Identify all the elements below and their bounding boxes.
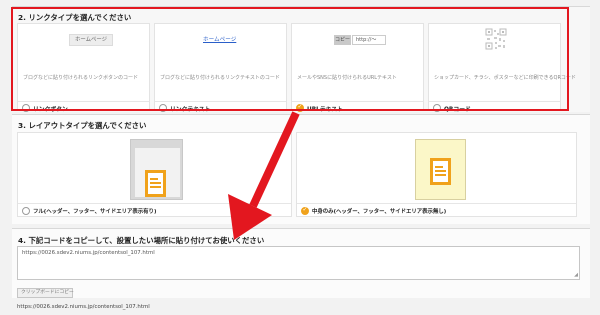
radio-label: URLテキスト bbox=[307, 107, 343, 113]
link-type-card-url[interactable]: コピー http://〜 メールやSNSに貼り付けられるURLテキスト URLテ… bbox=[291, 23, 424, 113]
radio-label: リンクボタン bbox=[33, 107, 68, 113]
section-title: 3. レイアウトタイプを選んでください bbox=[18, 121, 147, 130]
scroll-gutter bbox=[591, 0, 600, 315]
layout-type-section: 3. レイアウトタイプを選んでください フル(ヘッダー、フッター、サイドエリア表… bbox=[12, 114, 590, 224]
divider bbox=[18, 101, 149, 102]
card-description: メールやSNSに貼り付けられるURLテキスト bbox=[297, 75, 397, 81]
card-description: ブログなどに貼り付けられるリンクボタンのコード bbox=[23, 75, 139, 81]
link-type-card-text[interactable]: ホームページ ブログなどに貼り付けられるリンクテキストのコード リンクテキスト bbox=[154, 23, 287, 113]
document-icon bbox=[145, 170, 166, 197]
code-textarea[interactable]: https://0026.sdev2.niums.jp/contentsol_1… bbox=[17, 246, 580, 280]
radio-layout-full[interactable] bbox=[22, 207, 30, 215]
copy-to-clipboard-button[interactable]: クリップボードにコピー bbox=[17, 288, 74, 298]
body-only-layout-preview bbox=[415, 139, 466, 200]
divider bbox=[292, 101, 423, 102]
qr-code-icon bbox=[485, 28, 507, 50]
url-preview: http://〜 bbox=[352, 35, 386, 45]
copy-button-label: クリップボードにコピー bbox=[21, 290, 74, 295]
radio-link-button[interactable] bbox=[22, 104, 30, 112]
card-description: ショップカード、チラシ、ポスターなどに印刷できるQRコード bbox=[434, 75, 576, 81]
card-description: ブログなどに貼り付けられるリンクテキストのコード bbox=[160, 75, 280, 81]
copy-tag: コピー bbox=[334, 35, 351, 45]
code-text: https://0026.sdev2.niums.jp/contentsol_1… bbox=[22, 250, 155, 256]
section-title: 2. リンクタイプを選んでください bbox=[18, 13, 132, 22]
document-icon bbox=[430, 158, 451, 185]
radio-link-text[interactable] bbox=[159, 104, 167, 112]
divider bbox=[297, 203, 576, 204]
link-type-card-qr[interactable]: ショップカード、チラシ、ポスターなどに印刷できるQRコード QRコード bbox=[428, 23, 576, 113]
divider bbox=[18, 203, 291, 204]
radio-label: QRコード bbox=[444, 107, 471, 113]
divider bbox=[155, 101, 286, 102]
layout-card-full[interactable]: フル(ヘッダー、フッター、サイドエリア表示有り) bbox=[17, 132, 292, 217]
radio-label: フル(ヘッダー、フッター、サイドエリア表示有り) bbox=[33, 209, 157, 215]
radio-url-text[interactable] bbox=[296, 103, 304, 112]
button-preview: ホームページ bbox=[69, 34, 113, 46]
resize-grip-icon[interactable]: ◢ bbox=[574, 272, 578, 278]
radio-label: 中身のみ(ヘッダー、フッター、サイドエリア表示無し) bbox=[312, 209, 447, 215]
footer-url: https://0026.sdev2.niums.jp/contentsol_1… bbox=[17, 304, 150, 310]
radio-qr-code[interactable] bbox=[433, 104, 441, 112]
full-layout-preview bbox=[130, 139, 183, 200]
text-link-preview: ホームページ bbox=[203, 37, 237, 43]
link-type-card-button[interactable]: ホームページ ブログなどに貼り付けられるリンクボタンのコード リンクボタン bbox=[17, 23, 150, 113]
link-type-section: 2. リンクタイプを選んでください ホームページ ブログなどに貼り付けられるリン… bbox=[12, 6, 590, 113]
radio-label: リンクテキスト bbox=[170, 107, 211, 113]
section-title: 4. 下記コードをコピーして、設置したい場所に貼り付けてお使いください bbox=[18, 236, 265, 245]
code-section: 4. 下記コードをコピーして、設置したい場所に貼り付けてお使いください http… bbox=[12, 228, 590, 298]
radio-layout-body-only[interactable] bbox=[301, 206, 309, 215]
layout-card-body-only[interactable]: 中身のみ(ヘッダー、フッター、サイドエリア表示無し) bbox=[296, 132, 577, 217]
divider bbox=[429, 101, 560, 102]
